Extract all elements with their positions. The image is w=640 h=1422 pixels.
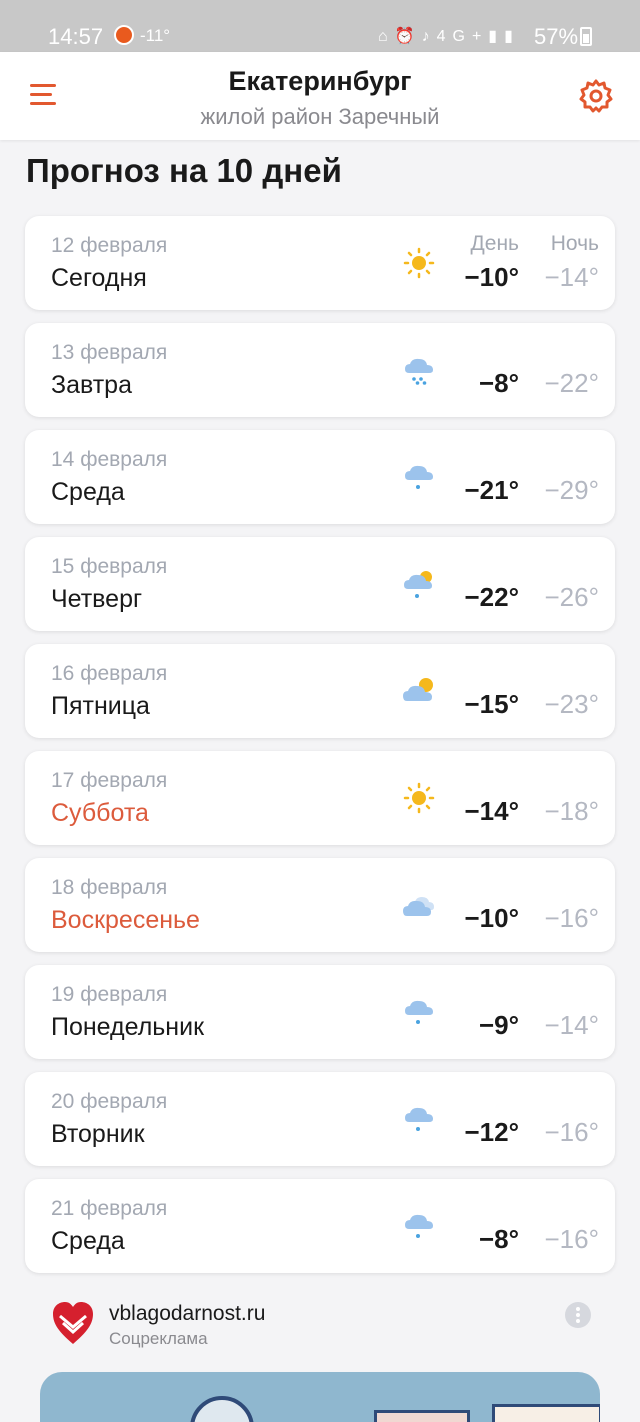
- day-column-header: День: [470, 232, 519, 255]
- forecast-date: 15 февраля: [51, 555, 168, 578]
- sun-cloud-snow-icon: [404, 571, 432, 598]
- forecast-day-name: Понедельник: [51, 1013, 205, 1041]
- forecast-day-card[interactable]: 14 февраля Среда −21° −29°: [25, 430, 615, 524]
- night-temperature: −14°: [544, 262, 599, 292]
- forecast-day-name: Вторник: [51, 1120, 145, 1148]
- sun-icon: [403, 247, 435, 279]
- forecast-day-card[interactable]: 21 февраля Среда −8° −16°: [25, 1179, 615, 1273]
- forecast-day-card[interactable]: 19 февраля Понедельник −9° −14°: [25, 965, 615, 1059]
- day-temperature: −15°: [464, 689, 519, 719]
- forecast-date: 17 февраля: [51, 769, 168, 792]
- signal-icon: ▮: [488, 28, 505, 45]
- clock-illustration: [190, 1396, 254, 1422]
- app-header: Екатеринбург жилой район Заречный: [0, 52, 640, 140]
- forecast-date: 12 февраля: [51, 234, 168, 257]
- cloudy-icon: [403, 897, 434, 916]
- night-temperature: −14°: [544, 1010, 599, 1040]
- forecast-title: Прогноз на 10 дней: [26, 152, 342, 189]
- weather-app-status-icon: [114, 25, 134, 45]
- day-temperature: −21°: [464, 475, 519, 505]
- forecast-day-card[interactable]: 18 февраля Воскресенье −10° −16°: [25, 858, 615, 952]
- day-temperature: −9°: [478, 1010, 519, 1040]
- alarm-icon: ⏰: [394, 28, 422, 45]
- forecast-day-name: Суббота: [51, 799, 149, 827]
- battery-percent: 57%: [534, 24, 579, 49]
- night-temperature: −26°: [544, 582, 599, 612]
- forecast-date: 18 февраля: [51, 876, 168, 899]
- forecast-day-name: Среда: [51, 1227, 125, 1255]
- ad-block[interactable]: vblagodarnost.ru Соцреклама: [25, 1286, 615, 1422]
- day-temperature: −22°: [464, 582, 519, 612]
- forecast-day-card[interactable]: 13 февраля Завтра −8° −22°: [25, 323, 615, 417]
- status-time: 14:57: [48, 24, 104, 49]
- forecast-day-card[interactable]: 16 февраля Пятница −15° −23°: [25, 644, 615, 738]
- day-temperature: −12°: [464, 1117, 519, 1147]
- cloud-light-snow-icon: [405, 1214, 433, 1238]
- forecast-date: 20 февраля: [51, 1090, 168, 1113]
- picture-frame-illustration: [374, 1410, 470, 1422]
- forecast-day-name: Воскресенье: [51, 906, 200, 934]
- forecast-day-name: Сегодня: [51, 264, 147, 292]
- day-temperature: −10°: [464, 262, 519, 292]
- sun-icon: [403, 782, 435, 814]
- forecast-list: 12 февраля Сегодня День Ночь −10° −14° 13 февр…: [25, 216, 615, 1286]
- forecast-date: 13 февраля: [51, 341, 168, 364]
- forecast-day-name: Среда: [51, 478, 125, 506]
- forecast-date: 19 февраля: [51, 983, 168, 1006]
- district-name[interactable]: жилой район Заречный: [0, 104, 640, 130]
- signal-icon-2: ▮: [504, 28, 520, 45]
- night-temperature: −29°: [544, 475, 599, 505]
- night-temperature: −16°: [544, 1117, 599, 1147]
- forecast-day-name: Завтра: [51, 371, 132, 399]
- night-temperature: −16°: [544, 1224, 599, 1254]
- forecast-day-name: Четверг: [51, 585, 143, 613]
- ad-banner-image[interactable]: [40, 1372, 600, 1422]
- gear-icon: [579, 79, 613, 113]
- night-temperature: −18°: [544, 796, 599, 826]
- cloud-light-snow-icon: [405, 1000, 433, 1024]
- cloud-light-snow-icon: [405, 465, 433, 489]
- forecast-date: 21 февраля: [51, 1197, 168, 1220]
- forecast-day-name: Пятница: [51, 692, 150, 720]
- day-temperature: −8°: [478, 368, 519, 398]
- night-temperature: −23°: [544, 689, 599, 719]
- forecast-day-card[interactable]: 15 февраля Четверг −22° −26°: [25, 537, 615, 631]
- ad-domain[interactable]: vblagodarnost.ru: [109, 1302, 265, 1326]
- forecast-date: 16 февраля: [51, 662, 168, 685]
- night-column-header: Ночь: [550, 232, 599, 255]
- picture-frame-illustration-2: [492, 1404, 600, 1422]
- network-type-label: 4G+: [436, 28, 489, 45]
- ad-more-button[interactable]: [565, 1302, 591, 1328]
- cloud-light-snow-icon: [405, 1107, 433, 1131]
- partly-cloudy-icon: [403, 678, 433, 701]
- status-weather-temp: -11°: [140, 26, 171, 45]
- battery-icon: [580, 27, 592, 46]
- settings-button[interactable]: [578, 78, 614, 114]
- status-icons: ⌂⏰♪4G+▮▮: [378, 26, 520, 46]
- ad-label: Соцреклама: [109, 1329, 208, 1348]
- night-temperature: −16°: [544, 903, 599, 933]
- nfc-icon: ⌂: [378, 28, 395, 45]
- ad-heart-logo-icon: [53, 1302, 93, 1344]
- status-bar: 14:57 -11° ⌂⏰♪4G+▮▮ 57%: [0, 0, 640, 52]
- mute-icon: ♪: [421, 28, 437, 45]
- city-name[interactable]: Екатеринбург: [0, 66, 640, 97]
- cloud-snow-icon: [405, 358, 433, 385]
- day-temperature: −10°: [464, 903, 519, 933]
- forecast-day-card[interactable]: 20 февраля Вторник −12° −16°: [25, 1072, 615, 1166]
- forecast-date: 14 февраля: [51, 448, 168, 471]
- forecast-day-card[interactable]: 17 февраля Суббота −14° −18°: [25, 751, 615, 845]
- day-temperature: −8°: [478, 1224, 519, 1254]
- forecast-day-card[interactable]: 12 февраля Сегодня День Ночь −10° −14°: [25, 216, 615, 310]
- night-temperature: −22°: [544, 368, 599, 398]
- day-temperature: −14°: [464, 796, 519, 826]
